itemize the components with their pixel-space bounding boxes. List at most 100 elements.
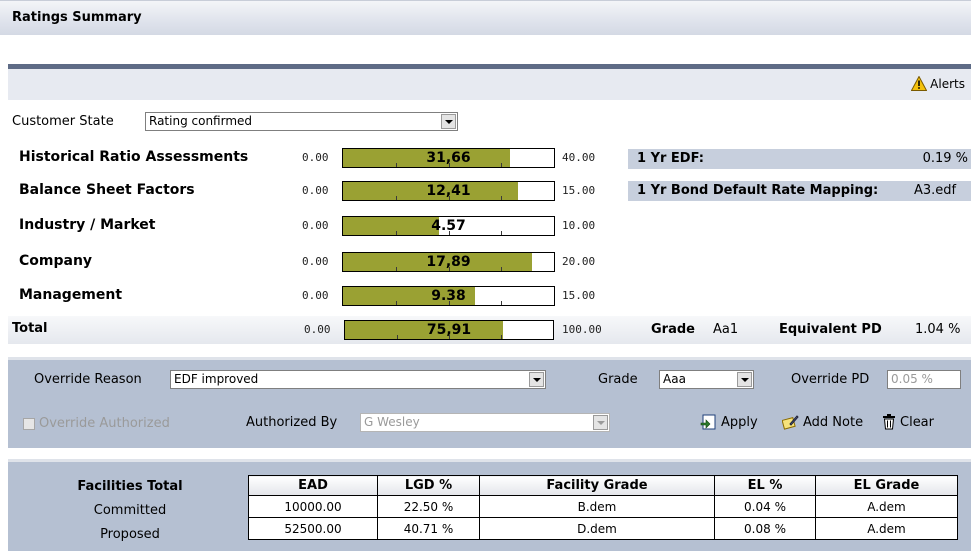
table-cell: B.dem <box>479 495 715 518</box>
historical-ratio-label: Historical Ratio Assessments <box>19 149 249 165</box>
balance-sheet-label: Balance Sheet Factors <box>19 182 195 198</box>
column-header-el-grade: EL Grade <box>815 475 958 496</box>
total-min: 0.00 <box>304 323 331 336</box>
industry-market-score-value: 4.57 <box>431 218 466 234</box>
table-cell: 40.71 % <box>377 517 480 540</box>
total-label: Total <box>12 321 48 336</box>
customer-state-select[interactable]: Rating confirmed <box>145 112 458 131</box>
column-header-lgd: LGD % <box>377 475 480 496</box>
table-cell: 10000.00 <box>248 495 378 518</box>
table-cell: D.dem <box>479 517 715 540</box>
management-label: Management <box>19 287 123 303</box>
chevron-down-icon[interactable] <box>529 372 544 387</box>
grade-value: Aa1 <box>713 322 739 337</box>
table-cell: 0.04 % <box>714 495 816 518</box>
historical-ratio-score-value: 31,66 <box>426 150 471 166</box>
historical-ratio-max: 40.00 <box>562 151 596 164</box>
override-pd-label: Override PD <box>791 372 870 387</box>
override-reason-value: EDF improved <box>174 372 259 386</box>
override-pd-value: 0.05 % <box>891 372 933 386</box>
column-header-el: EL % <box>714 475 816 496</box>
grade-label: Grade <box>651 322 695 337</box>
override-reason-label: Override Reason <box>34 372 142 387</box>
override-grade-value: Aaa <box>663 372 686 386</box>
override-authorized-label: Override Authorized <box>39 416 170 431</box>
bond-mapping-value: A3.edf <box>914 183 957 198</box>
authorized-by-select[interactable]: G Wesley <box>360 413 610 432</box>
section-divider <box>8 344 971 354</box>
header-spacer <box>0 35 971 64</box>
total-max: 100.00 <box>562 323 602 336</box>
industry-market-score-bar: 4.57 <box>342 216 555 236</box>
management-min: 0.00 <box>302 289 329 302</box>
clear-button[interactable]: Clear <box>882 414 934 430</box>
override-reason-select[interactable]: EDF improved <box>170 370 546 389</box>
chevron-down-icon[interactable] <box>441 114 456 129</box>
table-cell: 52500.00 <box>248 517 378 540</box>
column-header-facility-grade: Facility Grade <box>479 475 715 496</box>
equivalent-pd-value: 1.04 % <box>915 322 961 337</box>
bond-mapping-label: 1 Yr Bond Default Rate Mapping: <box>637 183 879 198</box>
balance-sheet-score-value: 12,41 <box>426 183 471 199</box>
authorized-by-label: Authorized By <box>246 415 338 430</box>
facilities-table: EAD LGD % Facility Grade EL % EL Grade 1… <box>248 475 958 540</box>
management-score-bar: 9.38 <box>342 286 555 306</box>
industry-market-min: 0.00 <box>302 219 329 232</box>
add-note-button[interactable]: Add Note <box>782 414 863 430</box>
warning-icon <box>911 76 928 91</box>
company-label: Company <box>19 253 93 269</box>
chevron-down-icon[interactable] <box>593 415 608 430</box>
table-cell: 0.08 % <box>714 517 816 540</box>
table-cell: 22.50 % <box>377 495 480 518</box>
authorized-by-value: G Wesley <box>364 415 420 429</box>
alerts-label: Alerts <box>930 76 965 91</box>
table-row: 52500.00 40.71 % D.dem 0.08 % A.dem <box>248 517 958 540</box>
note-pencil-icon <box>782 415 799 430</box>
ratings-summary-header: Ratings Summary <box>0 0 971 35</box>
proposed-label: Proposed <box>100 527 160 542</box>
management-score-value: 9.38 <box>431 288 466 304</box>
override-grade-select[interactable]: Aaa <box>659 370 754 389</box>
apply-label: Apply <box>721 414 758 430</box>
apply-icon <box>700 414 716 430</box>
alerts-link[interactable]: Alerts <box>911 76 965 91</box>
balance-sheet-max: 15.00 <box>562 184 596 197</box>
clear-label: Clear <box>900 414 934 430</box>
total-score-bar: 75,91 <box>344 320 554 340</box>
balance-sheet-score-bar: 12,41 <box>342 181 555 201</box>
table-cell: A.dem <box>815 495 958 518</box>
historical-ratio-min: 0.00 <box>302 151 329 164</box>
column-header-ead: EAD <box>248 475 378 496</box>
industry-market-max: 10.00 <box>562 219 596 232</box>
add-note-label: Add Note <box>803 414 864 430</box>
table-cell: A.dem <box>815 517 958 540</box>
apply-button[interactable]: Apply <box>700 414 758 430</box>
page-title: Ratings Summary <box>12 10 142 25</box>
chevron-down-icon[interactable] <box>737 372 752 387</box>
management-max: 15.00 <box>562 289 596 302</box>
override-pd-input[interactable]: 0.05 % <box>887 370 961 389</box>
override-authorized-checkbox[interactable] <box>23 418 35 430</box>
committed-label: Committed <box>93 503 167 518</box>
table-row: 10000.00 22.50 % B.dem 0.04 % A.dem <box>248 495 958 518</box>
company-score-bar: 17,89 <box>342 252 555 272</box>
customer-state-value: Rating confirmed <box>149 114 253 128</box>
trash-icon <box>883 414 895 430</box>
edf-box: 1 Yr EDF: 0.19 % <box>628 149 971 169</box>
bond-mapping-box: 1 Yr Bond Default Rate Mapping: A3.edf <box>628 181 971 201</box>
edf-label: 1 Yr EDF: <box>637 151 704 166</box>
industry-market-label: Industry / Market <box>19 217 156 233</box>
total-score-value: 75,91 <box>426 322 472 338</box>
company-score-value: 17,89 <box>426 254 471 270</box>
balance-sheet-min: 0.00 <box>302 184 329 197</box>
customer-state-label: Customer State <box>12 114 114 129</box>
section-divider-2 <box>8 448 971 459</box>
facilities-total-title: Facilities Total <box>77 479 183 494</box>
table-header-row: EAD LGD % Facility Grade EL % EL Grade <box>248 475 958 496</box>
company-min: 0.00 <box>302 255 329 268</box>
alerts-bar <box>8 69 971 100</box>
override-grade-label: Grade <box>598 372 638 387</box>
historical-ratio-score-bar: 31,66 <box>342 148 555 168</box>
edf-value: 0.19 % <box>922 151 968 166</box>
equivalent-pd-label: Equivalent PD <box>779 322 882 337</box>
